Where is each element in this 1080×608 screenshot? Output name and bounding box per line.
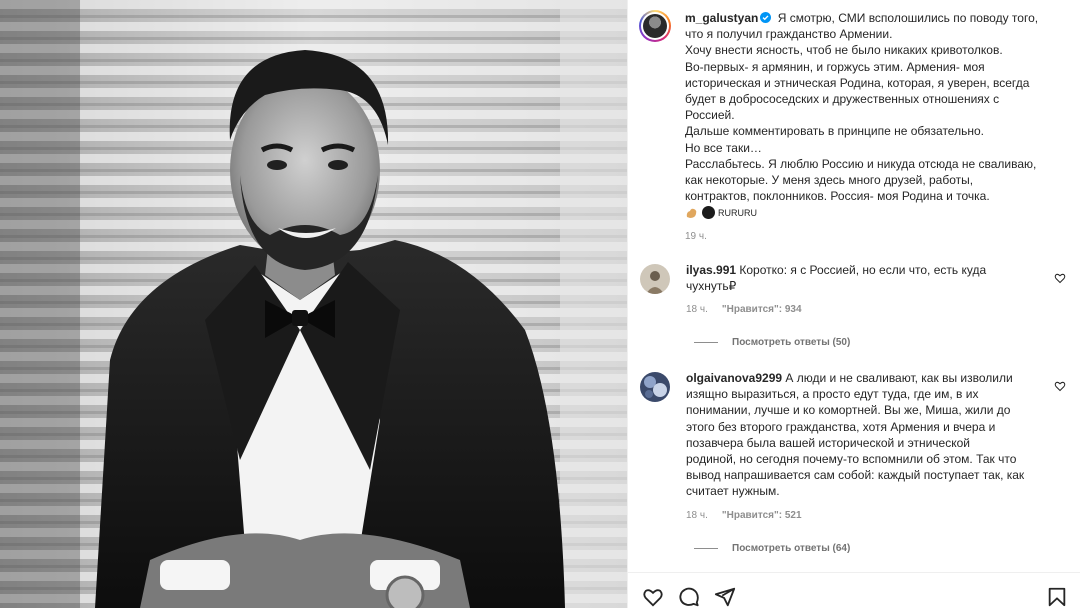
heart-icon (643, 589, 663, 607)
commenter-avatar-photo (640, 372, 670, 402)
flexed-biceps-icon (686, 208, 697, 218)
caption-line: Хочу внести ясность, чтоб не было никаки… (685, 43, 1003, 58)
share-button[interactable] (714, 586, 736, 608)
comment-body: olgaivanova9299 А люди и не сваливают, к… (686, 370, 1042, 521)
comment-like-heart-icon[interactable] (1054, 380, 1066, 392)
comment-meta: 18 ч. "Нравится": 934 (686, 304, 1042, 315)
comment-item: ilyas.991 Коротко: я с Россией, но если … (640, 262, 1070, 315)
source-logo-icon (702, 206, 715, 220)
caption-line: Дальше комментировать в принципе не обяз… (685, 124, 984, 139)
source-tag[interactable]: RURURU (718, 208, 757, 218)
caption-text: m_galustyan Я смотрю, СМИ всполошились п… (685, 10, 1055, 204)
verified-badge-icon (760, 12, 772, 23)
view-replies-label: Посмотреть ответы (50) (732, 337, 851, 348)
post-details-panel: m_galustyan Я смотрю, СМИ всполошились п… (627, 0, 1080, 608)
commenter-username[interactable]: olgaivanova9299 (686, 371, 782, 385)
comment-text: olgaivanova9299 А люди и не сваливают, к… (686, 370, 1042, 500)
commenter-avatar-photo (640, 264, 670, 294)
portrait-image (0, 0, 627, 608)
comment-line: чухнуть₽ (686, 279, 737, 294)
comment-button[interactable] (678, 586, 700, 608)
comment-likes[interactable]: "Нравится": 521 (722, 510, 802, 521)
comment-icon (679, 587, 699, 607)
commenter-username[interactable]: ilyas.991 (686, 263, 736, 277)
post-action-bar (628, 572, 1080, 608)
caption-line: Россией. (685, 108, 735, 123)
caption-line: как некоторые. У меня здесь много друзей… (685, 173, 974, 188)
view-replies-button[interactable]: Посмотреть ответы (50) (694, 337, 850, 348)
caption-line: Расслабьтесь. Я люблю Россию и никуда от… (685, 156, 1037, 171)
like-button[interactable] (642, 586, 664, 608)
post-photo[interactable] (0, 0, 627, 608)
comment-line: считает нужным. (686, 484, 780, 499)
post-time[interactable]: 19 ч. (685, 231, 1055, 242)
instagram-post-view: m_galustyan Я смотрю, СМИ всполошились п… (0, 0, 1080, 608)
comment-line: понимании, лучше и ко комортней. Вы же, … (686, 403, 1011, 418)
caption-line: контрактов, поклонников. Россия- моя Род… (685, 189, 990, 204)
avatar-photo (643, 14, 667, 38)
caption-first-line: m_galustyan Я смотрю, СМИ всполошились п… (685, 10, 1055, 26)
comment-line: позавчера была вашей исторической и этни… (686, 435, 970, 450)
comment-line: А люди и не сваливают, как вы изволили (785, 371, 1013, 385)
caption-line: будет в добрососедских и дружественных о… (685, 92, 1000, 107)
replies-divider (694, 342, 718, 343)
comment-line: этого без второго гражданства, хотя Арме… (686, 419, 996, 434)
comment-body: ilyas.991 Коротко: я с Россией, но если … (686, 262, 1042, 315)
view-replies-label: Посмотреть ответы (64) (732, 543, 851, 554)
bookmark-icon (1048, 587, 1066, 607)
caption-line: что я получил гражданство Армении. (685, 27, 893, 42)
caption-body: m_galustyan Я смотрю, СМИ всполошились п… (685, 10, 1055, 242)
post-caption-block: m_galustyan Я смотрю, СМИ всполошились п… (628, 0, 1080, 242)
comment-line: изящно выразиться, а просто едут туда, г… (686, 387, 979, 402)
comment-like-heart-icon[interactable] (1054, 272, 1066, 284)
caption-line: Но все таки… (685, 140, 762, 155)
comment-item: olgaivanova9299 А люди и не сваливают, к… (640, 370, 1070, 521)
comment-meta: 18 ч. "Нравится": 521 (686, 510, 1042, 521)
avatar-ring-inner (641, 12, 669, 40)
commenter-avatar[interactable] (640, 264, 670, 294)
comment-time[interactable]: 18 ч. (686, 510, 708, 521)
replies-divider (694, 548, 718, 549)
author-username[interactable]: m_galustyan (685, 11, 758, 25)
commenter-avatar[interactable] (640, 372, 670, 402)
caption-line: Я смотрю, СМИ всполошились по поводу тог… (777, 11, 1039, 25)
share-icon (714, 587, 736, 607)
comment-likes[interactable]: "Нравится": 934 (722, 304, 802, 315)
comment-line: Коротко: я с Россией, но если что, есть … (739, 263, 987, 277)
comment-line: родиной, но сегодня почему-то вспомнили … (686, 452, 1017, 467)
caption-line: Во-первых- я армянин, и горжусь этим. Ар… (685, 59, 985, 74)
save-button[interactable] (1046, 586, 1068, 608)
caption-line: историческая и этническая Родина, котора… (685, 75, 1030, 90)
comment-text: ilyas.991 Коротко: я с Россией, но если … (686, 262, 1042, 294)
comment-time[interactable]: 18 ч. (686, 304, 708, 315)
comment-line: вывод напрашивается сам собой: каждый по… (686, 468, 1025, 483)
view-replies-button[interactable]: Посмотреть ответы (64) (694, 543, 850, 554)
author-avatar[interactable] (639, 10, 671, 42)
caption-emoji-row: RURURU (685, 204, 1055, 221)
